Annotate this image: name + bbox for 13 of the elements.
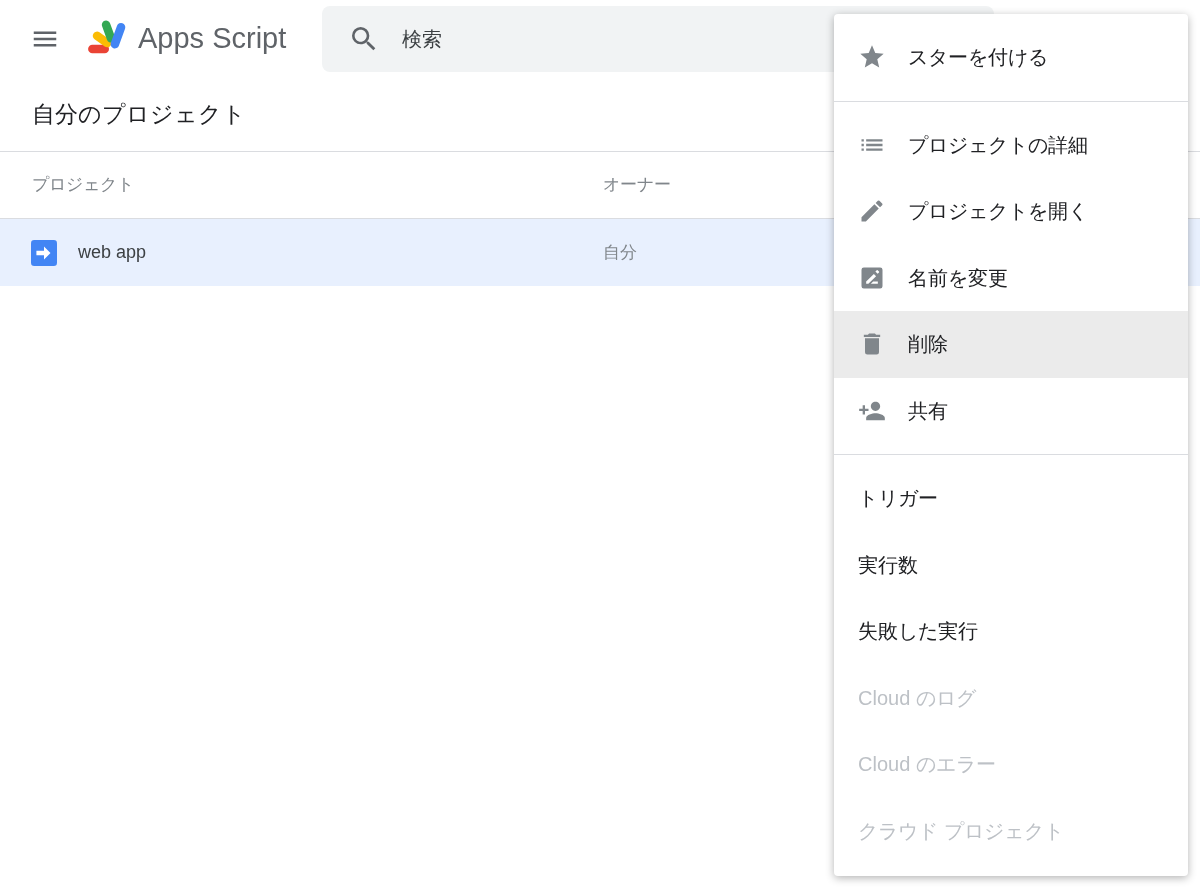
owner-cell-text: 自分 xyxy=(603,241,637,264)
menu-item[interactable]: 削除 xyxy=(834,311,1188,378)
menu-item[interactable]: 共有 xyxy=(834,377,1188,444)
project-name: web app xyxy=(78,241,148,264)
script-icon xyxy=(31,239,57,266)
menu-item[interactable]: 失敗した実行 xyxy=(834,598,1188,665)
menu-item[interactable]: トリガー xyxy=(834,465,1188,532)
page-title: 自分のプロジェクト xyxy=(32,100,246,130)
column-header[interactable]: オーナー xyxy=(603,172,671,198)
menu-item[interactable]: プロジェクトの詳細 xyxy=(834,111,1188,178)
menu-item[interactable]: 実行数 xyxy=(834,531,1188,598)
column-header[interactable]: プロジェクト xyxy=(0,172,603,198)
app-name: Apps Script xyxy=(138,21,287,57)
